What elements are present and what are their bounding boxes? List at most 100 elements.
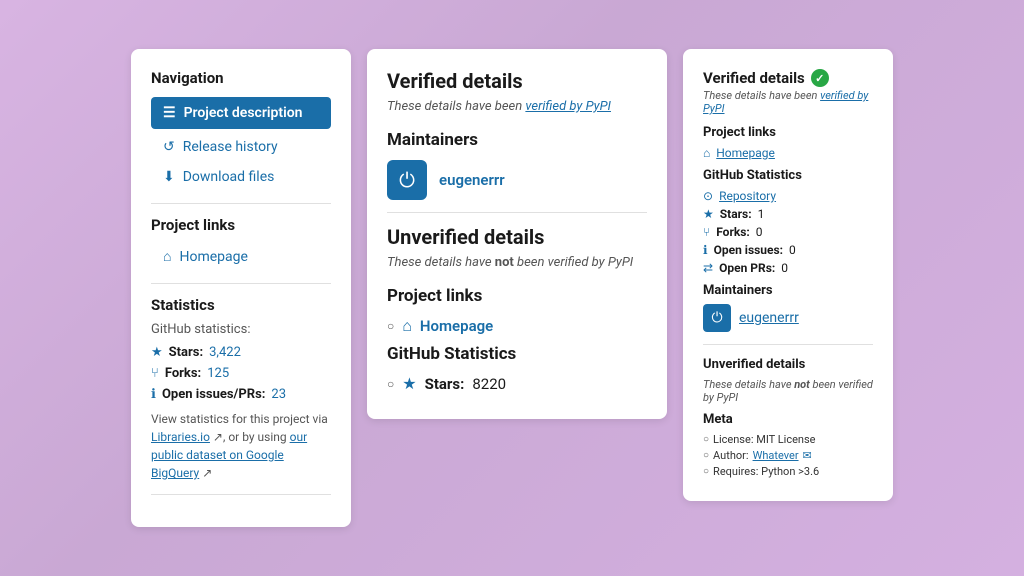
pypi-verified-link[interactable]: verified by PyPI (525, 99, 611, 114)
forks-row: ⑂ Forks: 125 (151, 366, 331, 381)
forks-value: 125 (207, 366, 229, 381)
meta-license: ○ License: MIT License (703, 433, 873, 446)
github-heading: GitHub Statistics (387, 344, 647, 364)
nav-title: Navigation (151, 69, 331, 87)
right-forks-value: 0 (756, 225, 763, 239)
divider-1 (151, 203, 331, 204)
download-files-link[interactable]: ⬇ Download files (151, 163, 331, 191)
maintainers-heading: Maintainers (387, 130, 647, 150)
bullet-requires: ○ (703, 466, 709, 477)
right-maintainer-link[interactable]: eugenerrr (739, 310, 799, 326)
right-pypi-link[interactable]: verified by PyPI (703, 89, 868, 115)
github-stats-label: GitHub statistics: (151, 322, 331, 337)
fork-icon: ⑂ (151, 366, 159, 381)
stars-row: ★ Stars: 3,422 (151, 345, 331, 360)
download-files-label: Download files (183, 169, 275, 185)
issue-icon: ℹ (151, 387, 156, 402)
stars-value: 3,422 (209, 345, 241, 360)
stats-note: View statistics for this project via Lib… (151, 410, 331, 482)
check-icon: ✓ (811, 69, 829, 87)
meta-author: ○ Author: Whatever ✉ (703, 449, 873, 462)
bullet-star: ○ (387, 377, 394, 391)
mid-divider (387, 212, 647, 213)
release-history-link[interactable]: ↺ Release history (151, 133, 331, 161)
home-icon: ⌂ (163, 248, 171, 265)
project-homepage-row: ○ ⌂ Homepage (387, 316, 647, 336)
right-github-title: GitHub Statistics (703, 168, 873, 183)
right-homepage-link[interactable]: Homepage (716, 146, 775, 160)
maintainer-avatar: ⏻ (387, 160, 427, 200)
divider-3 (151, 494, 331, 495)
right-issues-row: ℹ Open issues: 0 (703, 243, 873, 257)
email-icon: ✉ (803, 449, 812, 462)
right-prs-label: Open PRs: (719, 261, 775, 275)
right-avatar: ⏻ (703, 304, 731, 332)
right-stars-row: ★ Stars: 1 (703, 207, 873, 221)
project-description-label: Project description (184, 105, 303, 121)
bullet-icon: ○ (387, 319, 394, 333)
unverified-sub: These details have not been verified by … (387, 255, 647, 270)
home-icon-mid: ⌂ (402, 316, 412, 336)
right-maintainers-title: Maintainers (703, 283, 873, 298)
right-prs-row: ⇄ Open PRs: 0 (703, 261, 873, 275)
divider-2 (151, 283, 331, 284)
homepage-label: Homepage (179, 249, 247, 265)
project-description-nav[interactable]: ☰ Project description (151, 97, 331, 129)
right-stars-label: Stars: (720, 207, 752, 221)
github-icon: ⊙ (703, 189, 713, 203)
stars-label: Stars: (169, 345, 203, 360)
right-stars-value: 1 (758, 207, 765, 221)
homepage-link[interactable]: ⌂ Homepage (151, 242, 331, 271)
star-icon-mid: ★ (402, 374, 416, 393)
right-divider (703, 344, 873, 345)
stars-mid-row: ○ ★ Stars: 8220 (387, 374, 647, 393)
author-link[interactable]: Whatever (753, 449, 799, 462)
verified-heading: Verified details (387, 69, 647, 93)
project-links-title: Project links (151, 216, 331, 234)
star-icon-right: ★ (703, 207, 714, 221)
fork-icon-right: ⑂ (703, 225, 710, 239)
right-repo-row: ⊙ Repository (703, 189, 873, 203)
issues-value: 23 (271, 387, 286, 402)
issue-icon-right: ℹ (703, 243, 708, 257)
bullet-author: ○ (703, 450, 709, 461)
right-repo-link[interactable]: Repository (719, 189, 776, 203)
meta-requires: ○ Requires: Python >3.6 (703, 465, 873, 478)
left-panel: Navigation ☰ Project description ↺ Relea… (131, 49, 351, 527)
right-unverified-title: Unverified details (703, 357, 873, 372)
release-history-label: Release history (183, 139, 278, 155)
home-icon-right: ⌂ (703, 146, 710, 160)
homepage-mid-link[interactable]: Homepage (420, 317, 493, 335)
issues-row: ℹ Open issues/PRs: 23 (151, 387, 331, 402)
download-icon: ⬇ (163, 169, 175, 185)
right-project-links-title: Project links (703, 125, 873, 140)
statistics-title: Statistics (151, 296, 331, 314)
issues-label: Open issues/PRs: (162, 387, 265, 402)
right-unverified-sub: These details have not been verified by … (703, 378, 873, 404)
stars-mid-label: Stars: (425, 375, 465, 393)
right-maintainer-row: ⏻ eugenerrr (703, 304, 873, 332)
right-meta-title: Meta (703, 412, 873, 427)
list-icon: ☰ (163, 105, 176, 121)
pr-icon-right: ⇄ (703, 261, 713, 275)
star-icon: ★ (151, 345, 163, 360)
right-verified-sub: These details have been verified by PyPI (703, 89, 873, 115)
right-issues-label: Open issues: (714, 243, 783, 257)
right-forks-label: Forks: (716, 225, 750, 239)
right-homepage-row: ⌂ Homepage (703, 146, 873, 160)
unverified-heading: Unverified details (387, 225, 647, 249)
maintainer-row: ⏻ eugenerrr (387, 160, 647, 200)
right-panel: Verified details ✓ These details have be… (683, 49, 893, 501)
right-forks-row: ⑂ Forks: 0 (703, 225, 873, 239)
project-links-heading: Project links (387, 286, 647, 306)
maintainer-name-link[interactable]: eugenerrr (439, 171, 505, 189)
libraries-link[interactable]: Libraries.io (151, 430, 210, 444)
right-not-bold: not (794, 378, 810, 391)
right-issues-value: 0 (789, 243, 796, 257)
unverified-bold: not (495, 255, 514, 270)
verified-text: Verified details (703, 69, 805, 87)
stars-mid-value: 8220 (472, 375, 506, 393)
middle-panel: Verified details These details have been… (367, 49, 667, 419)
right-prs-value: 0 (781, 261, 788, 275)
avatar-icon: ⏻ (399, 168, 415, 192)
